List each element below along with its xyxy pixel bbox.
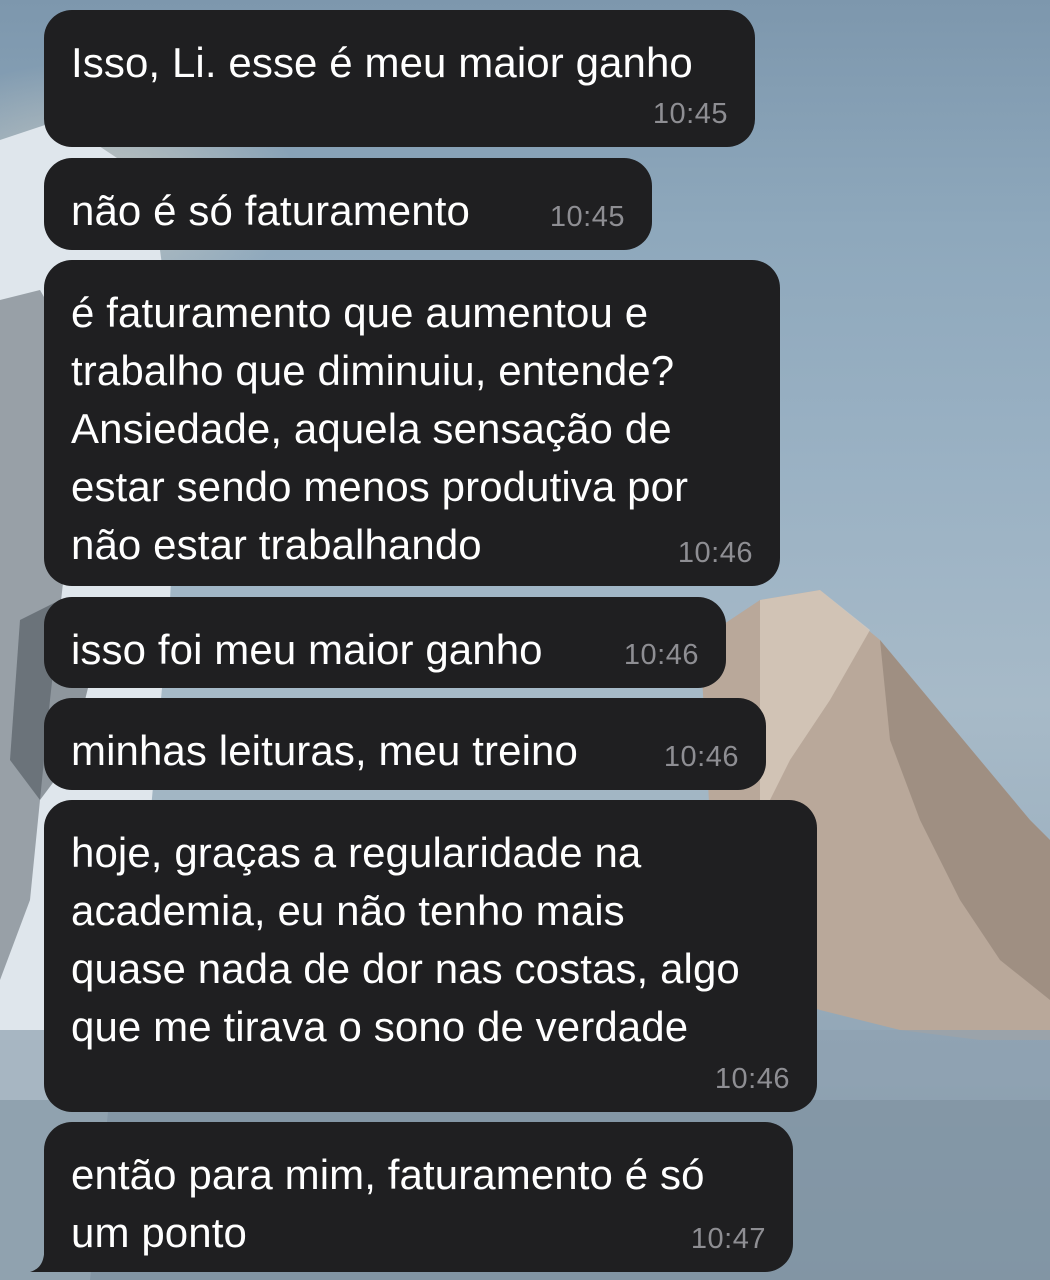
message-bubble[interactable]: Isso, Li. esse é meu maior ganho 10:45	[44, 10, 755, 147]
bubble-tail-icon	[30, 1236, 64, 1272]
message-text: então para mim, faturamento é só um pont…	[71, 1151, 705, 1256]
message-time: 10:46	[663, 741, 739, 773]
message-bubble[interactable]: é faturamento que aumentou e trabalho qu…	[44, 260, 780, 586]
message-bubble[interactable]: minhas leituras, meu treino 10:46	[44, 698, 766, 790]
message-time: 10:46	[677, 537, 753, 569]
message-text: isso foi meu maior ganho	[71, 626, 543, 673]
message-bubble[interactable]: então para mim, faturamento é só um pont…	[44, 1122, 793, 1272]
message-text: minhas leituras, meu treino	[71, 727, 578, 774]
message-bubble[interactable]: hoje, graças a regularidade na academia,…	[44, 800, 817, 1112]
message-text: hoje, graças a regularidade na academia,…	[71, 829, 740, 1050]
message-time: 10:45	[652, 98, 728, 130]
message-bubble[interactable]: não é só faturamento 10:45	[44, 158, 652, 250]
message-time: 10:45	[549, 201, 625, 233]
message-bubble[interactable]: isso foi meu maior ganho 10:46	[44, 597, 726, 688]
message-time: 10:46	[714, 1063, 790, 1095]
message-time: 10:47	[690, 1223, 766, 1255]
message-text: não é só faturamento	[71, 187, 470, 234]
chat-thread: Isso, Li. esse é meu maior ganho 10:45 n…	[0, 0, 1050, 1280]
message-time: 10:46	[623, 639, 699, 671]
message-text: é faturamento que aumentou e trabalho qu…	[71, 289, 689, 568]
message-text: Isso, Li. esse é meu maior ganho	[71, 39, 693, 86]
